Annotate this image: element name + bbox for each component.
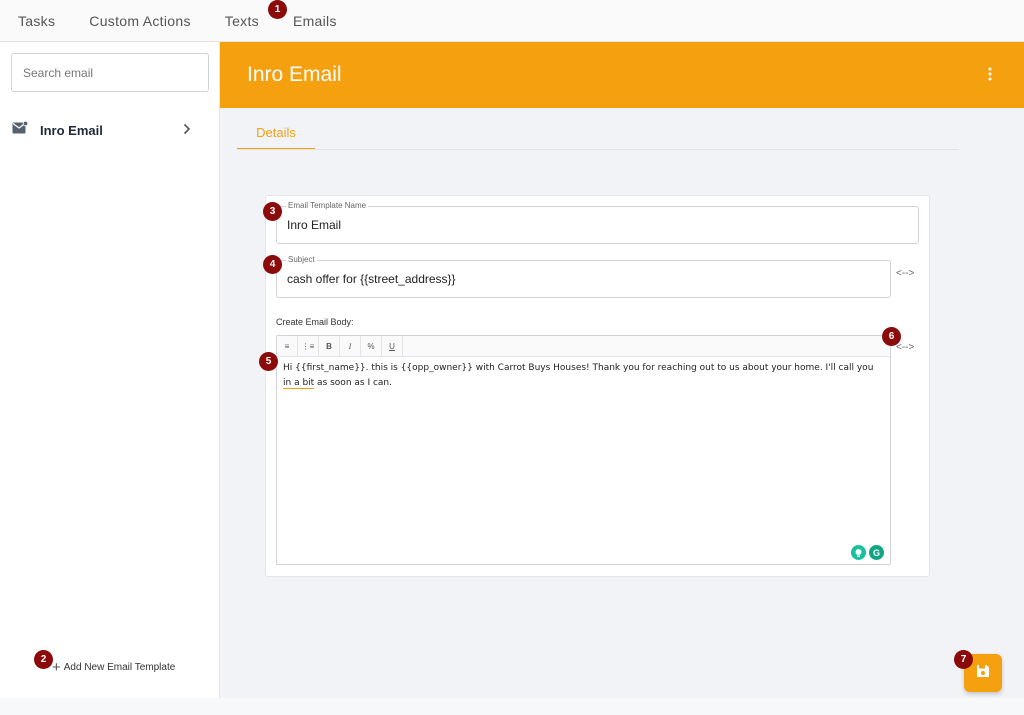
body-text-part1: Hi {{first_name}}. this is {{opp_owner}}… [283, 363, 874, 373]
annotation-badge-1: 1 [268, 0, 287, 19]
annotation-badge-2: 2 [34, 650, 53, 669]
subject-value: cash offer for {{street_address}} [287, 272, 456, 286]
email-icon [12, 120, 29, 140]
email-body-label: Create Email Body: [276, 317, 354, 327]
italic-button[interactable]: I [340, 336, 361, 356]
bold-button[interactable]: B [319, 336, 340, 356]
template-name-label: Email Template Name [286, 201, 369, 210]
subject-variables-icon[interactable]: <--> [896, 268, 914, 279]
sidebar: Inro Email + Add New Email Template [0, 42, 220, 698]
lightbulb-icon[interactable] [851, 545, 866, 560]
grammarly-icon[interactable]: G [869, 545, 884, 560]
tab-tasks[interactable]: Tasks [18, 13, 55, 29]
sidebar-item-inro-email[interactable]: Inro Email [0, 116, 219, 144]
footer-strip [0, 698, 1024, 715]
annotation-badge-4: 4 [263, 255, 282, 274]
bullet-list-button[interactable]: ≡ [277, 336, 298, 356]
add-template-label: Add New Email Template [63, 662, 176, 673]
tab-custom-actions[interactable]: Custom Actions [89, 13, 190, 29]
annotation-badge-5: 5 [259, 352, 278, 371]
chevron-right-icon [183, 122, 191, 140]
tab-divider [237, 149, 959, 150]
subject-field[interactable]: cash offer for {{street_address}} [276, 260, 891, 298]
grammarly-widget[interactable]: G [851, 545, 884, 560]
numbered-list-button[interactable]: ⋮≡ [298, 336, 319, 356]
body-text-part2: as soon as I can. [314, 378, 392, 388]
page-header: Inro Email [220, 42, 1024, 108]
email-body-text[interactable]: Hi {{first_name}}. this is {{opp_owner}}… [277, 357, 890, 395]
page-title: Inro Email [247, 63, 342, 86]
sidebar-item-label: Inro Email [40, 122, 103, 138]
annotation-badge-7: 7 [954, 650, 973, 669]
search-email-input[interactable] [11, 53, 209, 92]
plus-icon: + [52, 658, 61, 676]
more-options-icon[interactable] [986, 66, 994, 82]
email-body-editor[interactable]: ≡ ⋮≡ B I % U Hi {{first_name}}. this is … [276, 335, 891, 565]
body-text-underlined: in a bit [283, 378, 315, 389]
link-button[interactable]: % [361, 336, 382, 356]
add-new-template-button[interactable]: + Add New Email Template [52, 658, 176, 676]
tab-emails[interactable]: Emails [293, 13, 337, 29]
subject-label: Subject [286, 255, 317, 264]
top-nav: Tasks Custom Actions Texts Emails [0, 0, 1024, 42]
underline-button[interactable]: U [382, 336, 403, 356]
floppy-disk-icon [976, 664, 990, 683]
annotation-badge-6: 6 [882, 327, 901, 346]
body-variables-icon[interactable]: <--> [896, 342, 914, 353]
editor-toolbar: ≡ ⋮≡ B I % U [277, 336, 890, 357]
template-name-field[interactable]: Inro Email [276, 206, 919, 244]
tab-details[interactable]: Details [237, 118, 315, 150]
tab-texts[interactable]: Texts [225, 13, 259, 29]
template-name-value: Inro Email [287, 218, 342, 232]
annotation-badge-3: 3 [263, 202, 282, 221]
